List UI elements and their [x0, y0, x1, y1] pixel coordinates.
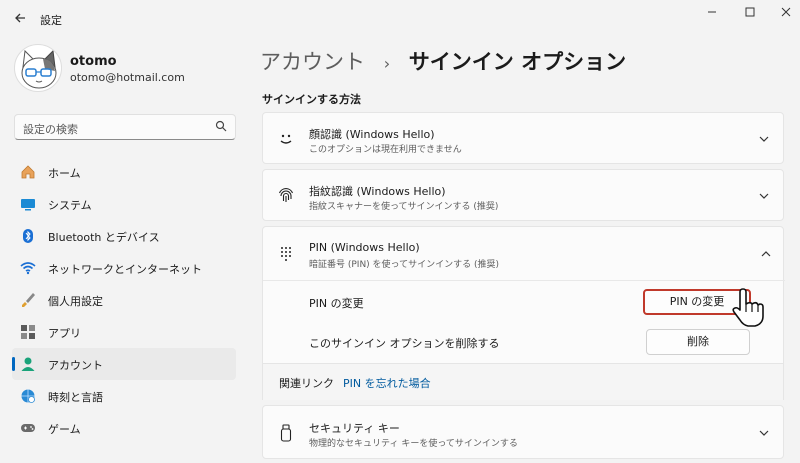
- chevron-down-icon: [759, 430, 769, 436]
- pin-remove-row: このサインイン オプションを削除する 削除: [263, 323, 785, 365]
- related-links-label: 関連リンク: [279, 377, 334, 390]
- sidebar-item-gaming[interactable]: ゲーム: [12, 412, 236, 444]
- search-input[interactable]: 設定の検索: [14, 114, 236, 140]
- apps-icon: [21, 325, 35, 339]
- sidebar-item-bluetooth[interactable]: Bluetooth とデバイス: [12, 220, 236, 252]
- sidebar-item-apps[interactable]: アプリ: [12, 316, 236, 348]
- pin-keypad-icon: [281, 247, 291, 261]
- pin-change-label: PIN の変更: [309, 297, 364, 310]
- user-email: otomo@hotmail.com: [70, 71, 185, 84]
- sidebar-item-label: ネットワークとインターネット: [48, 263, 202, 276]
- sidebar-item-label: ゲーム: [48, 423, 81, 436]
- chevron-down-icon: [759, 136, 769, 142]
- fingerprint-subtitle: 指紋スキャナーを使ってサインインする (推奨): [309, 202, 499, 212]
- brush-icon: [22, 293, 35, 307]
- face-title: 顔認識 (Windows Hello): [309, 128, 435, 141]
- minimize-icon: [708, 11, 716, 13]
- sidebar-item-label: 時刻と言語: [48, 391, 103, 404]
- active-indicator: [12, 357, 15, 371]
- app-title: 設定: [40, 14, 62, 27]
- fingerprint-icon: [278, 188, 294, 202]
- face-icon: [280, 134, 292, 144]
- home-icon: [21, 165, 35, 179]
- forgot-pin-link[interactable]: PIN を忘れた場合: [343, 375, 431, 391]
- face-recognition-card[interactable]: 顔認識 (Windows Hello) このオプションは現在利用できません: [262, 112, 784, 164]
- close-icon: [781, 7, 791, 17]
- security-key-title: セキュリティ キー: [309, 422, 400, 435]
- face-subtitle: このオプションは現在利用できません: [309, 145, 462, 155]
- title-bar: 設定: [0, 0, 800, 40]
- pin-title: PIN (Windows Hello): [309, 241, 420, 254]
- sidebar-item-label: Bluetooth とデバイス: [48, 231, 160, 244]
- back-button[interactable]: [10, 10, 30, 30]
- sidebar-item-home[interactable]: ホーム: [12, 156, 236, 188]
- page-title: サインイン オプション: [408, 50, 627, 74]
- sidebar-item-personalization[interactable]: 個人用設定: [12, 284, 236, 316]
- sidebar-item-accounts[interactable]: アカウント: [12, 348, 236, 380]
- pin-card: PIN (Windows Hello) 暗証番号 (PIN) を使ってサインイン…: [262, 226, 785, 365]
- globe-clock-icon: [21, 389, 35, 403]
- user-name: otomo: [70, 54, 117, 69]
- sidebar-nav: ホーム システム Bluetooth とデバイス ネットワークとインターネット …: [12, 156, 236, 444]
- sidebar-item-time-language[interactable]: 時刻と言語: [12, 380, 236, 412]
- pin-change-row: PIN の変更 PIN の変更: [263, 281, 785, 323]
- chevron-up-icon: [761, 251, 771, 257]
- sidebar-item-label: アプリ: [48, 327, 81, 340]
- sidebar-item-label: アカウント: [48, 359, 103, 372]
- pin-subtitle: 暗証番号 (PIN) を使ってサインインする (推奨): [309, 260, 499, 270]
- system-icon: [21, 199, 35, 211]
- breadcrumb: アカウント › サインイン オプション: [260, 46, 626, 76]
- close-button[interactable]: [766, 4, 800, 22]
- related-links: 関連リンク PIN を忘れた場合: [262, 364, 784, 400]
- hand-cursor-icon: [732, 288, 764, 327]
- search-placeholder: 設定の検索: [23, 123, 78, 136]
- minimize-button[interactable]: [692, 4, 732, 22]
- back-arrow-icon: [15, 13, 25, 23]
- sidebar-item-label: 個人用設定: [48, 295, 103, 308]
- account-icon: [21, 357, 35, 371]
- sidebar-item-label: ホーム: [48, 167, 81, 180]
- fingerprint-title: 指紋認識 (Windows Hello): [309, 185, 446, 198]
- cat-avatar-icon: [21, 49, 57, 89]
- sidebar-item-label: システム: [48, 199, 92, 212]
- section-title: サインインする方法: [262, 93, 361, 106]
- sidebar-item-network[interactable]: ネットワークとインターネット: [12, 252, 236, 284]
- security-key-card[interactable]: セキュリティ キー 物理的なセキュリティ キーを使ってサインインする: [262, 405, 784, 459]
- maximize-button[interactable]: [730, 4, 770, 22]
- breadcrumb-separator: ›: [383, 54, 391, 73]
- pin-remove-label: このサインイン オプションを削除する: [309, 337, 500, 350]
- security-key-subtitle: 物理的なセキュリティ キーを使ってサインインする: [309, 439, 518, 449]
- sidebar-item-system[interactable]: システム: [12, 188, 236, 220]
- maximize-icon: [745, 7, 755, 17]
- pin-header[interactable]: PIN (Windows Hello) 暗証番号 (PIN) を使ってサインイン…: [263, 227, 785, 281]
- search-icon: [215, 120, 227, 132]
- wifi-icon: [20, 262, 36, 275]
- security-key-icon: [280, 424, 292, 442]
- bluetooth-icon: [23, 229, 33, 243]
- remove-button[interactable]: 削除: [646, 329, 750, 355]
- fingerprint-card[interactable]: 指紋認識 (Windows Hello) 指紋スキャナーを使ってサインインする …: [262, 169, 784, 221]
- gamepad-icon: [21, 424, 35, 432]
- breadcrumb-parent[interactable]: アカウント: [260, 50, 365, 74]
- chevron-down-icon: [759, 193, 769, 199]
- avatar[interactable]: [14, 44, 62, 92]
